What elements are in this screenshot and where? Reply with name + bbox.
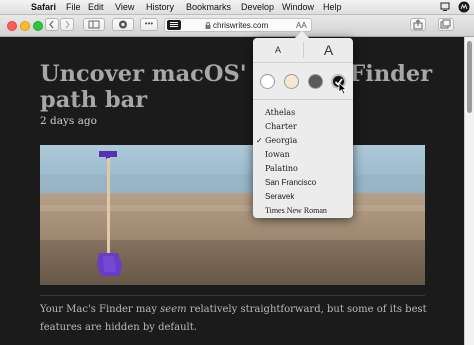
menu-edit[interactable]: Edit (88, 1, 104, 13)
menu-view[interactable]: View (115, 1, 134, 13)
minimize-window-button[interactable] (20, 21, 30, 31)
shield-icon (119, 20, 127, 29)
menu-help[interactable]: Help (323, 1, 342, 13)
lock-icon (205, 22, 211, 29)
vertical-scrollbar[interactable] (464, 37, 474, 345)
share-icon (413, 19, 423, 30)
font-option[interactable]: Times New Roman (265, 206, 327, 216)
theme-gray-swatch[interactable] (308, 74, 323, 89)
app-logo-icon[interactable] (458, 1, 470, 13)
font-option[interactable]: Athelas (265, 108, 295, 118)
reader-appearance-popover: A A Athelas Charter ✓ Georgia Iowan Pala… (253, 30, 353, 218)
menu-bar: Safari File Edit View History Bookmarks … (0, 0, 474, 15)
menu-bookmarks[interactable]: Bookmarks (186, 1, 231, 13)
font-option[interactable]: San Francisco (265, 178, 316, 188)
font-option[interactable]: Seravek (265, 192, 294, 202)
back-button[interactable] (45, 18, 59, 31)
article-date: 2 days ago (40, 115, 97, 127)
reader-content: Uncover macOS' hidden Finder path bar 2 … (0, 37, 464, 345)
close-window-button[interactable] (7, 21, 17, 31)
chevron-right-icon (65, 20, 70, 29)
display-icon[interactable] (440, 2, 450, 12)
article-hero-image (40, 145, 425, 285)
content-divider (40, 295, 425, 296)
selected-font-check: ✓ (256, 136, 263, 145)
article-title: Uncover macOS' hidden Finder path bar (40, 61, 433, 113)
mouse-pointer-icon (338, 82, 347, 95)
sidebar-icon (88, 20, 100, 29)
body-text-start: Your Mac's Finder may (40, 304, 161, 315)
share-button[interactable] (410, 18, 426, 31)
sidebar-button[interactable] (83, 18, 105, 31)
menu-window[interactable]: Window (282, 1, 314, 13)
menu-history[interactable]: History (146, 1, 174, 13)
tabs-icon (440, 19, 451, 29)
reader-view-icon[interactable] (167, 20, 181, 30)
address-bar[interactable]: chriswrites.com AA (164, 18, 312, 32)
increase-font-button[interactable]: A (304, 38, 353, 62)
more-button[interactable]: ••• (140, 18, 158, 31)
article-body: Your Mac's Finder may seem relatively st… (40, 301, 430, 337)
browser-toolbar: ••• chriswrites.com AA (0, 15, 474, 37)
scrollbar-thumb[interactable] (467, 41, 472, 113)
decrease-font-button[interactable]: A (253, 38, 303, 62)
font-option-selected[interactable]: Georgia (265, 136, 297, 146)
font-option[interactable]: Iowan (265, 150, 290, 160)
chevron-left-icon (49, 20, 54, 29)
zoom-window-button[interactable] (33, 21, 43, 31)
url-text: chriswrites.com (213, 21, 269, 30)
forward-button[interactable] (60, 18, 74, 31)
privacy-button[interactable] (112, 18, 134, 31)
menu-safari[interactable]: Safari (31, 1, 56, 13)
font-option[interactable]: Palatino (265, 164, 298, 174)
menu-develop[interactable]: Develop (241, 1, 274, 13)
theme-white-swatch[interactable] (260, 74, 275, 89)
theme-swatches (253, 63, 353, 100)
font-size-button[interactable]: AA (296, 20, 307, 31)
body-text-emphasis: seem (160, 304, 187, 315)
beach-shovel-image (40, 145, 425, 285)
font-option[interactable]: Charter (265, 122, 297, 132)
font-size-controls: A A (253, 38, 353, 63)
tabs-button[interactable] (438, 18, 454, 31)
menu-file[interactable]: File (66, 1, 81, 13)
theme-sepia-swatch[interactable] (284, 74, 299, 89)
